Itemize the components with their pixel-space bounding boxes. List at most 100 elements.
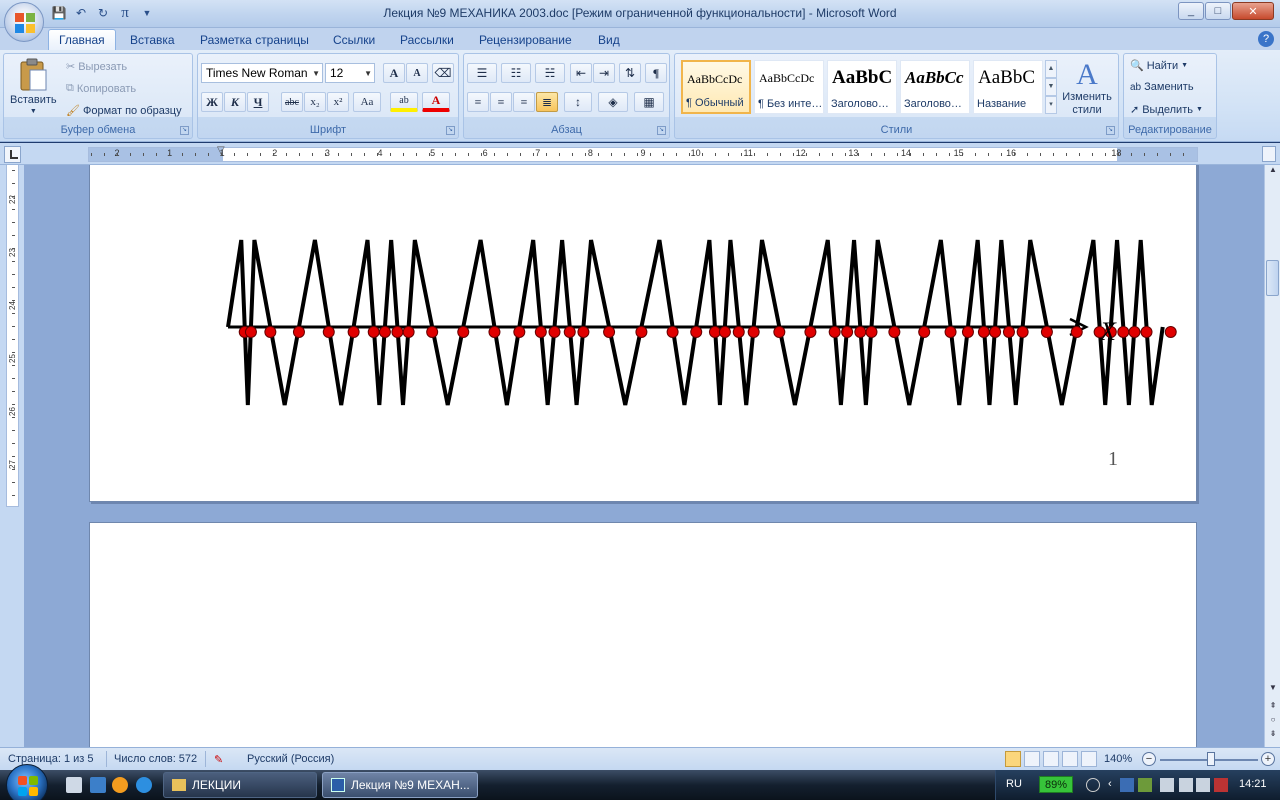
outline-view-icon[interactable] <box>1062 751 1078 767</box>
find-button[interactable]: 🔍 Найти ▼ <box>1130 59 1188 73</box>
shrink-font-button[interactable]: A <box>406 63 428 83</box>
style-heading-1[interactable]: AaBbC Заголово… <box>827 60 897 114</box>
line-spacing-icon[interactable]: ↕ <box>564 92 592 112</box>
italic-button[interactable]: К <box>224 92 246 112</box>
language-indicator[interactable]: RU <box>1006 778 1022 790</box>
help-icon[interactable]: ? <box>1258 31 1274 47</box>
bold-button[interactable]: Ж <box>201 92 223 112</box>
select-browse-object-icon[interactable]: ○ <box>1267 715 1279 727</box>
power-icon[interactable] <box>1086 778 1100 792</box>
page-counter[interactable]: Страница: 1 из 5 <box>8 753 94 765</box>
shading-icon[interactable]: ◈ <box>598 92 628 112</box>
usb-icon[interactable] <box>1160 778 1174 792</box>
subscript-button[interactable]: x₂ <box>304 92 326 112</box>
font-launcher-icon[interactable]: ↘ <box>446 126 455 135</box>
media-player-icon[interactable] <box>112 777 128 793</box>
internet-explorer-icon[interactable] <box>136 777 152 793</box>
borders-icon[interactable]: ▦ <box>634 92 664 112</box>
web-layout-icon[interactable] <box>1043 751 1059 767</box>
show-formatting-button[interactable]: ¶ <box>645 63 667 83</box>
tab-selector[interactable] <box>4 146 21 163</box>
vertical-ruler[interactable]: 22 23 24 25 26 27 <box>6 165 19 507</box>
styles-launcher-icon[interactable]: ↘ <box>1106 126 1115 135</box>
paragraph-launcher-icon[interactable]: ↘ <box>657 126 666 135</box>
align-center-icon[interactable]: ≡ <box>490 92 512 112</box>
copy-button[interactable]: ⧉ Копировать <box>66 82 136 95</box>
start-button[interactable] <box>6 764 48 800</box>
previous-page-icon[interactable]: ⇞ <box>1267 701 1279 713</box>
justify-icon[interactable]: ≣ <box>536 92 558 112</box>
vertical-scrollbar[interactable]: ▲ ▼ ⇞ ○ ⇟ <box>1264 165 1280 747</box>
horizontal-ruler[interactable]: 211234567891011121314151618▽ <box>88 145 1198 162</box>
security-icon[interactable] <box>1138 778 1152 792</box>
zoom-out-icon[interactable]: − <box>1142 752 1156 766</box>
word-count[interactable]: Число слов: 572 <box>114 753 197 765</box>
style-heading-2[interactable]: AaBbCc Заголово… <box>900 60 970 114</box>
office-button[interactable] <box>4 2 44 42</box>
view-ruler-button[interactable] <box>1262 146 1276 162</box>
decrease-indent-icon[interactable]: ⇤ <box>570 63 592 83</box>
minimize-button[interactable]: _ <box>1178 2 1204 20</box>
draft-view-icon[interactable] <box>1081 751 1097 767</box>
full-screen-reading-icon[interactable] <box>1024 751 1040 767</box>
page-2[interactable] <box>89 522 1197 747</box>
clock[interactable]: 14:21 <box>1239 778 1267 790</box>
scroll-up-icon[interactable]: ▲ <box>1267 165 1279 177</box>
clipboard-launcher-icon[interactable]: ↘ <box>180 126 189 135</box>
language[interactable]: Русский (Россия) <box>247 753 334 765</box>
style-no-spacing[interactable]: AaBbCcDc ¶ Без инте… <box>754 60 824 114</box>
next-page-icon[interactable]: ⇟ <box>1267 729 1279 741</box>
indent-marker-icon[interactable]: ▽ <box>217 145 225 156</box>
zoom-in-icon[interactable]: + <box>1261 752 1275 766</box>
network-icon[interactable] <box>1120 778 1134 792</box>
close-button[interactable]: ✕ <box>1232 2 1274 20</box>
zoom-level[interactable]: 140% <box>1104 753 1132 765</box>
select-button[interactable]: ➚ Выделить ▼ <box>1130 103 1203 117</box>
document-area[interactable]: X 1 <box>24 165 1264 747</box>
highlight-button[interactable]: ab <box>390 92 418 112</box>
tab-insert[interactable]: Вставка <box>130 32 175 50</box>
tab-mailings[interactable]: Рассылки <box>400 32 454 50</box>
alert-icon[interactable] <box>1214 778 1228 792</box>
align-left-icon[interactable]: ≡ <box>467 92 489 112</box>
styles-gallery-scroll[interactable]: ▲ ▼ ▾ <box>1045 60 1057 114</box>
task-word-document[interactable]: Лекция №9 МЕХАН... <box>322 772 478 798</box>
tab-view[interactable]: Вид <box>598 32 620 50</box>
style-title[interactable]: AaBbC Название <box>973 60 1043 114</box>
format-painter-button[interactable]: 🖌 Формат по образцу <box>66 104 182 118</box>
tab-review[interactable]: Рецензирование <box>479 32 572 50</box>
page-1[interactable]: X 1 <box>89 165 1197 502</box>
style-normal[interactable]: AaBbCcDc ¶ Обычный <box>681 60 751 114</box>
more-icon[interactable]: ▾ <box>1045 96 1057 114</box>
print-layout-view-icon[interactable] <box>1005 751 1021 767</box>
spellcheck-icon[interactable]: ✎ <box>214 753 223 766</box>
replace-button[interactable]: ab Заменить <box>1130 81 1194 93</box>
change-case-button[interactable]: Aa <box>353 92 381 112</box>
superscript-button[interactable]: x² <box>327 92 349 112</box>
chevron-left-icon[interactable]: ‹ <box>1108 778 1112 790</box>
change-styles-button[interactable]: A Изменить стили <box>1059 60 1115 117</box>
zoom-slider-knob[interactable] <box>1207 752 1215 766</box>
maximize-button[interactable]: □ <box>1205 2 1231 20</box>
chevron-down-icon[interactable]: ▼ <box>1045 78 1057 96</box>
strikethrough-button[interactable]: abc <box>281 92 303 112</box>
font-size-select[interactable]: 12 ▼ <box>325 63 375 83</box>
tab-home[interactable]: Главная <box>48 29 116 51</box>
tab-references[interactable]: Ссылки <box>333 32 375 50</box>
grow-font-button[interactable]: A <box>383 63 405 83</box>
multilevel-list-icon[interactable]: ☵ <box>535 63 565 83</box>
task-folder-lectures[interactable]: ЛЕКЦИИ <box>163 772 317 798</box>
scroll-down-icon[interactable]: ▼ <box>1267 683 1279 695</box>
battery-indicator[interactable]: 89% <box>1039 776 1073 793</box>
sort-icon[interactable]: ⇅ <box>619 63 641 83</box>
cut-button[interactable]: ✂ Вырезать <box>66 60 127 74</box>
wireless-icon[interactable] <box>1179 778 1193 792</box>
switch-windows-icon[interactable] <box>90 777 106 793</box>
scroll-thumb[interactable] <box>1266 260 1279 296</box>
bullets-icon[interactable]: ☰ <box>467 63 497 83</box>
font-name-select[interactable]: Times New Roman ▼ <box>201 63 323 83</box>
numbering-icon[interactable]: ☷ <box>501 63 531 83</box>
show-desktop-icon[interactable] <box>66 777 82 793</box>
tab-page-layout[interactable]: Разметка страницы <box>200 32 309 50</box>
chevron-up-icon[interactable]: ▲ <box>1045 60 1057 78</box>
